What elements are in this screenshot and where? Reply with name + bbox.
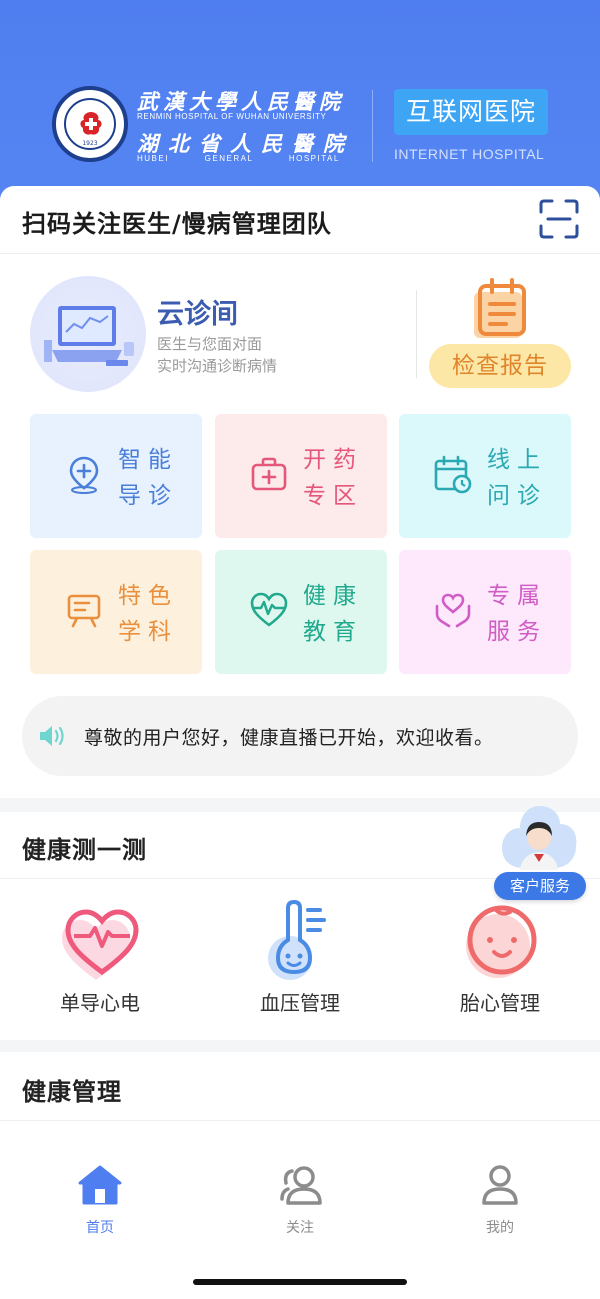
tile-online-consult[interactable]: 线上 问诊 [399,414,571,538]
tile-label-1: 特色 [118,583,178,609]
hands-heart-icon [435,593,471,628]
header-divider [372,90,373,162]
ecg-label[interactable]: 单导心电 [20,987,180,1016]
heart-ecg-icon[interactable] [60,902,142,984]
thermometer-face-icon[interactable] [260,900,342,982]
tile-label-1: 线上 [487,447,547,473]
tab-mine-label: 我的 [486,1220,514,1236]
tile-label-1: 专属 [487,583,547,609]
tile-label-2: 学科 [118,619,178,645]
tile-prescription[interactable]: 开药 专区 [215,414,387,538]
home-icon [78,1165,122,1205]
tile-label-2: 问诊 [487,483,547,509]
tile-label-1: 开药 [303,447,363,473]
hospital-logo: 1923 [52,86,128,162]
heartbeat-icon [250,592,288,627]
customer-service-avatar [502,806,577,870]
tile-label-2: 教育 [303,619,363,645]
logo-year: 1923 [82,140,98,147]
internet-hospital-badge: 互联网医院 [394,89,548,135]
tile-health-education[interactable]: 健康 教育 [215,550,387,674]
tile-featured-specialty[interactable]: 特色 学科 [30,550,202,674]
tile-label-2: 导诊 [118,483,178,509]
cloud-clinic-line1: 医生与您面对面 [157,335,263,353]
location-plus-icon [69,456,99,494]
fetal-heart-label[interactable]: 胎心管理 [420,987,580,1016]
presentation-board-icon [67,594,101,628]
tile-label-2: 专区 [303,483,363,509]
live-notice-bar[interactable]: 尊敬的用户您好，健康直播已开始，欢迎收看。 [22,696,578,776]
clipboard-icon[interactable] [470,278,530,340]
home-indicator [193,1279,407,1285]
user-icon [482,1165,518,1205]
users-icon [280,1166,322,1205]
cloud-clinic-line2: 实时沟通诊断病情 [157,357,278,375]
customer-service-button[interactable]: 客户服务 [494,872,586,900]
section-divider [416,290,417,378]
tile-label-2: 服务 [487,619,547,645]
cloud-clinic-title[interactable]: 云诊间 [157,292,238,331]
header-banner: 1923 武漢大學人民醫院 RENMIN HOSPITAL OF WUHAN U… [0,0,600,200]
bp-label[interactable]: 血压管理 [220,987,380,1016]
main-card: 扫码关注医生/慢病管理团队 云诊间 医生与您面对面 实时沟通诊断病情 检查报告 [0,186,600,798]
scan-icon[interactable] [538,198,580,240]
scan-follow-title: 扫码关注医生/慢病管理团队 [22,210,332,238]
exam-report-button[interactable]: 检查报告 [429,344,571,388]
tab-home[interactable]: 首页 [40,1163,160,1237]
customer-service-float[interactable]: 客户服务 [494,802,590,900]
medical-kit-icon [251,457,287,491]
tab-follow-label: 关注 [286,1220,314,1236]
calendar-clock-icon [434,455,472,494]
tab-home-label: 首页 [86,1220,114,1236]
red-cross-emblem-icon [80,112,102,135]
hospital-name-en-1: RENMIN HOSPITAL OF WUHAN UNIVERSITY [137,112,327,121]
health-management-title: 健康管理 [22,1078,122,1106]
hospital-name-en-2: HUBEI GENERAL HOSPITAL [137,154,340,163]
internet-hospital-en: INTERNET HOSPITAL [394,146,545,162]
tile-label-1: 智能 [118,447,178,473]
baby-face-icon[interactable] [462,902,544,984]
laptop-illustration-icon [44,306,134,366]
tab-follow[interactable]: 关注 [240,1163,360,1237]
notice-text: 尊敬的用户您好，健康直播已开始，欢迎收看。 [84,727,494,749]
scan-follow-row[interactable]: 扫码关注医生/慢病管理团队 [0,186,600,254]
tile-exclusive-service[interactable]: 专属 服务 [399,550,571,674]
speaker-icon [40,726,64,746]
health-test-title: 健康测一测 [22,836,147,864]
tile-smart-guide[interactable]: 智能 导诊 [30,414,202,538]
tab-mine[interactable]: 我的 [440,1163,560,1237]
cloud-clinic-illustration[interactable] [30,276,146,392]
bottom-tab-bar: 首页 关注 我的 [0,1145,600,1299]
tile-label-1: 健康 [303,583,363,609]
section-divider [0,1120,600,1121]
